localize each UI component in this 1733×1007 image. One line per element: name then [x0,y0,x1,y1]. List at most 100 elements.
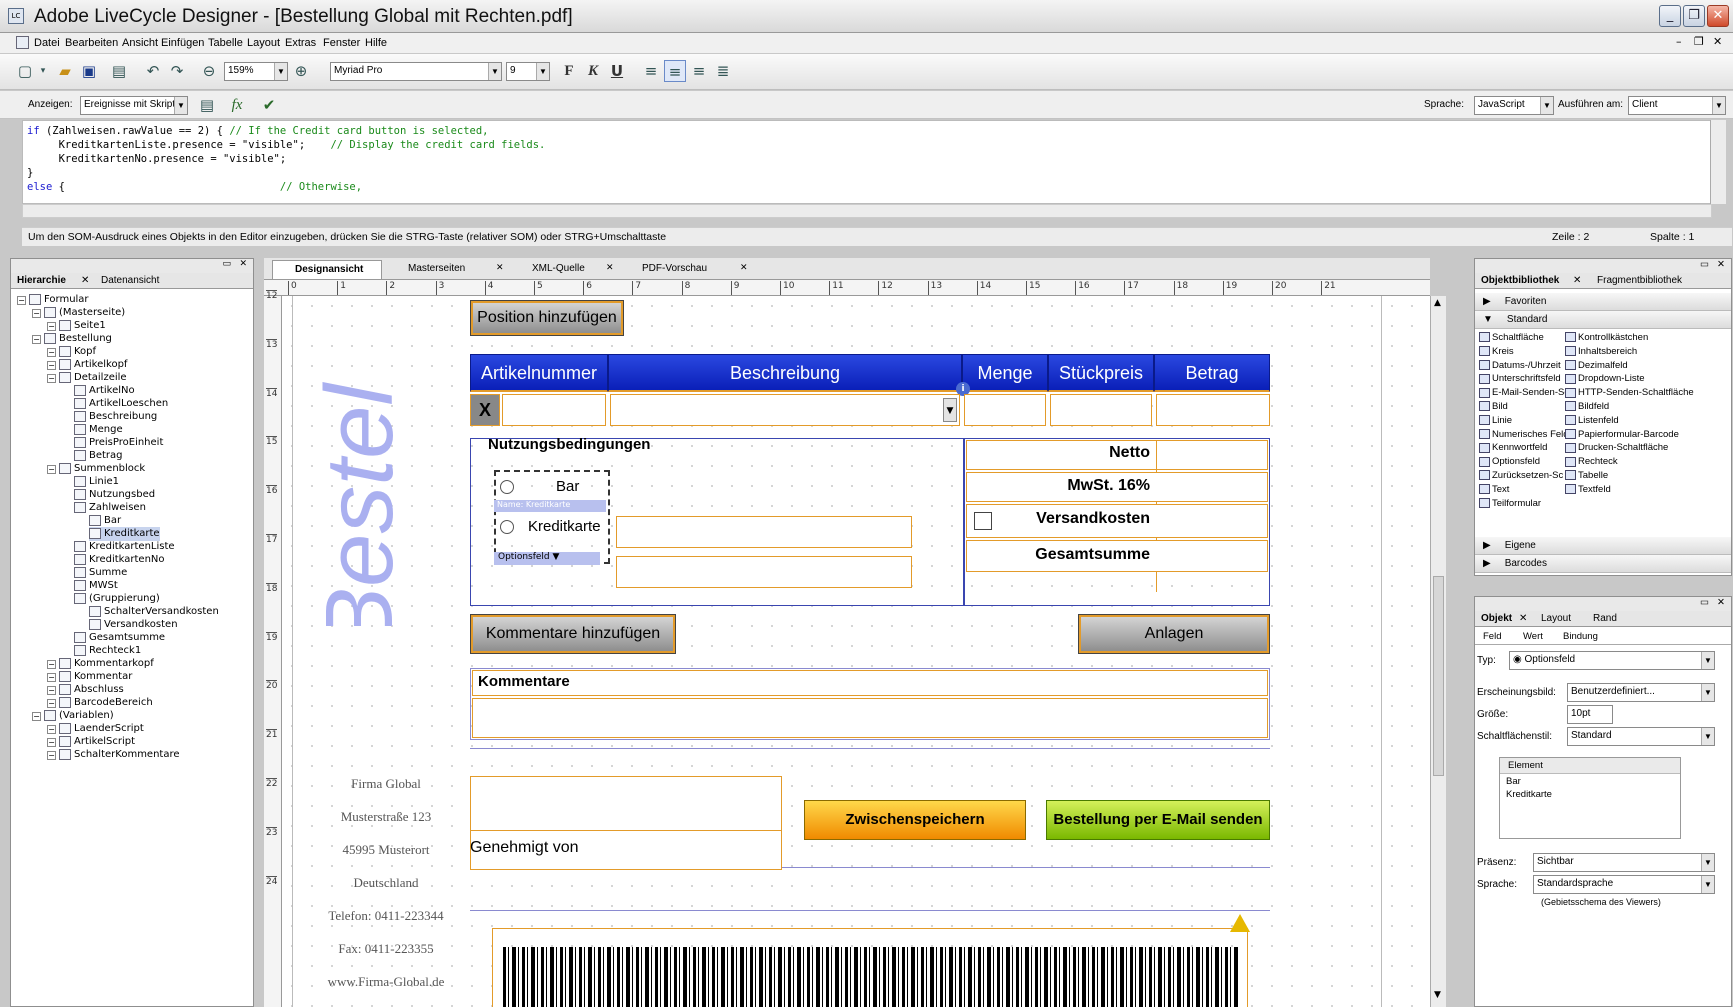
tree-node[interactable]: ArtikelLoeschen [74,397,168,411]
betrag-field[interactable] [1156,394,1270,426]
chevron-down-icon[interactable]: ▼ [488,63,501,80]
menu-hilfe[interactable]: Hilfe [365,37,387,49]
tree-expand-icon[interactable]: − [47,660,56,669]
chevron-down-icon[interactable]: ▼ [536,63,549,80]
function-icon[interactable]: fx [226,94,248,116]
tree-node[interactable]: Beschreibung [74,410,157,424]
tree-node[interactable]: Kreditkarte [89,527,160,541]
send-email-button[interactable]: Bestellung per E-Mail senden [1046,800,1270,840]
tree-expand-icon[interactable]: − [32,309,41,318]
undo-icon[interactable]: ↶ [142,60,164,82]
tree-node[interactable]: ArtikelNo [74,384,135,398]
library-item[interactable]: E-Mail-Senden-Sch [1479,386,1565,400]
panel-close-icon[interactable]: ✕ [1717,259,1725,270]
library-item[interactable]: Kreis [1479,345,1514,359]
preview-icon[interactable]: ▤ [108,60,130,82]
align-right-icon[interactable]: ≡ [688,60,710,82]
language-combo[interactable]: JavaScript ▼ [1474,96,1554,115]
zoom-out-icon[interactable]: ⊖ [198,60,220,82]
library-item[interactable]: Inhaltsbereich [1565,345,1637,359]
panel-minimize-icon[interactable]: ▭ [222,259,231,269]
tree-expand-icon[interactable]: − [32,712,41,721]
tree-node[interactable]: Summenblock [59,462,145,476]
tab-close-icon[interactable]: ✕ [1573,275,1581,286]
chevron-down-icon[interactable]: ▼ [1712,97,1725,114]
preis-field[interactable] [1050,394,1152,426]
tree-node[interactable]: (Gruppierung) [74,592,160,606]
tab-objekt[interactable]: Objekt [1481,613,1512,624]
tree-node[interactable]: Menge [74,423,123,437]
radio-kreditkarte[interactable] [500,520,514,534]
add-position-button[interactable]: Position hinzufügen [470,300,624,336]
tab-close-icon[interactable]: ✕ [81,275,89,286]
align-left-icon[interactable]: ≡ [640,60,662,82]
underline-button[interactable]: U [606,60,628,82]
tree-expand-icon[interactable]: − [47,322,56,331]
zoom-combo[interactable]: 159% ▼ [224,62,288,81]
chevron-down-icon[interactable]: ▼ [274,63,287,80]
mdi-minimize-icon[interactable]: – [1676,35,1682,48]
tree-node[interactable]: KreditkartenListe [74,540,175,554]
bold-button[interactable]: F [558,60,580,82]
chevron-down-icon[interactable]: ▼ [943,398,957,422]
tree-node[interactable]: KreditkartenNo [74,553,165,567]
tree-expand-icon[interactable]: − [32,335,41,344]
library-item[interactable]: Dropdown-Liste [1565,372,1645,386]
library-item[interactable]: Linie [1479,414,1512,428]
type-combo[interactable]: ◉ Optionsfeld ▼ [1509,651,1715,670]
chevron-down-icon[interactable]: ▼ [1701,652,1714,669]
tree-node[interactable]: LaenderScript [59,722,144,736]
font-size-combo[interactable]: 9 ▼ [506,62,550,81]
tab-masterseiten[interactable]: Masterseiten [390,263,465,274]
tree-node[interactable]: Kommentar [59,670,132,684]
attachments-button[interactable]: Anlagen [1078,614,1270,654]
chevron-down-icon[interactable]: ▼ [1701,728,1714,745]
panel-close-icon[interactable]: ✕ [239,259,247,269]
section-standard[interactable]: ▼ Standard [1475,311,1731,329]
library-item[interactable]: Bildfeld [1565,400,1609,414]
panel-minimize-icon[interactable]: ▭ [1700,597,1709,608]
tab-fragmentbibliothek[interactable]: Fragmentbibliothek [1597,275,1682,286]
save-draft-button[interactable]: Zwischenspeichern [804,800,1026,840]
tree-node[interactable]: Seite1 [59,319,106,333]
library-item[interactable]: Listenfeld [1565,414,1619,428]
tree-node[interactable]: Nutzungsbed [74,488,155,502]
italic-button[interactable]: K [582,60,604,82]
library-item[interactable]: Kennwortfeld [1479,441,1547,455]
kreditkartenno-field[interactable] [616,556,912,588]
tree-node[interactable]: Artikelkopf [59,358,127,372]
options-tag[interactable]: Optionsfeld ▼ [494,552,600,565]
tab-rand[interactable]: Rand [1593,613,1617,624]
show-events-combo[interactable]: Ereignisse mit Skript ▼ [80,96,188,115]
subtab-wert[interactable]: Wert [1523,631,1543,642]
restore-button[interactable]: ❐ [1683,5,1705,27]
tree-node[interactable]: Versandkosten [89,618,178,632]
redo-icon[interactable]: ↷ [166,60,188,82]
library-item[interactable]: Optionsfeld [1479,455,1540,469]
justify-icon[interactable]: ≣ [712,60,734,82]
tree-node[interactable]: Gesamtsumme [74,631,165,645]
script-copy-icon[interactable]: ▤ [196,94,218,116]
library-item[interactable]: Bild [1479,400,1508,414]
library-item[interactable]: Kontrollkästchen [1565,331,1648,345]
tree-expand-icon[interactable]: − [47,374,56,383]
appearance-combo[interactable]: Benutzerdefiniert... ▼ [1567,683,1715,702]
library-item[interactable]: Teilformular [1479,497,1541,511]
font-combo[interactable]: Myriad Pro ▼ [330,62,502,81]
library-item[interactable]: Dezimalfeld [1565,359,1628,373]
tree-node[interactable]: Zahlweisen [74,501,146,515]
check-syntax-icon[interactable]: ✔ [258,94,280,116]
library-item[interactable]: HTTP-Senden-Schaltfläche [1565,386,1694,400]
comments-field[interactable] [472,698,1268,738]
menu-einfuegen[interactable]: Einfügen [161,37,204,49]
menu-extras[interactable]: Extras [285,37,316,49]
scroll-down-icon[interactable]: ▼ [1434,990,1441,1000]
menu-layout[interactable]: Layout [247,37,280,49]
tree-node[interactable]: Rechteck1 [74,644,141,658]
library-item[interactable]: Drucken-Schaltfläche [1565,441,1668,455]
tree-node[interactable]: Detailzeile [59,371,127,385]
run-at-combo[interactable]: Client ▼ [1628,96,1726,115]
menu-datei[interactable]: Datei [34,37,60,49]
tree-node[interactable]: SchalterKommentare [59,748,180,762]
library-item[interactable]: Schaltfläche [1479,331,1544,345]
